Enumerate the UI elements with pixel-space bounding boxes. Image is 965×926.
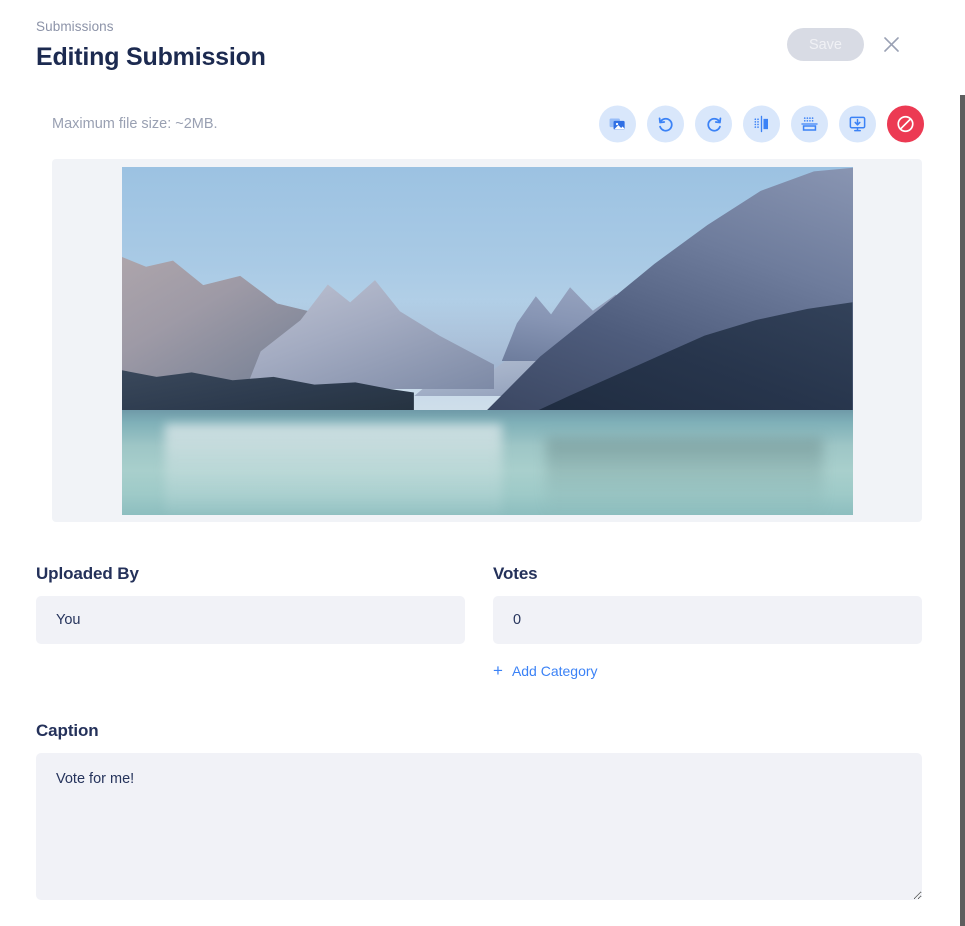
save-button[interactable]: Save	[787, 28, 864, 61]
uploaded-by-group: Uploaded By	[36, 564, 465, 681]
caption-group: Caption	[36, 721, 922, 905]
photo-reflection-left	[165, 424, 501, 514]
caption-textarea[interactable]	[36, 753, 922, 900]
edit-submission-modal: Submissions Editing Submission Save Maxi…	[0, 0, 944, 926]
image-toolbar: Maximum file size: ~2MB.	[0, 95, 944, 153]
gallery-icon[interactable]	[599, 106, 636, 143]
photo-reflection-right	[546, 438, 824, 515]
redo-icon[interactable]	[695, 106, 732, 143]
submission-image	[122, 167, 853, 515]
uploaded-by-input[interactable]	[36, 596, 465, 644]
votes-label: Votes	[493, 564, 922, 584]
max-file-size-note: Maximum file size: ~2MB.	[52, 116, 218, 132]
votes-input[interactable]	[493, 596, 922, 644]
close-icon[interactable]	[878, 32, 904, 58]
submission-form: Uploaded By Votes + Add Category Caption	[0, 564, 944, 905]
caption-label: Caption	[36, 721, 922, 741]
cancel-icon[interactable]	[887, 106, 924, 143]
plus-icon: +	[493, 662, 503, 679]
header-actions: Save	[787, 28, 904, 61]
undo-icon[interactable]	[647, 106, 684, 143]
modal-header: Submissions Editing Submission Save	[0, 0, 944, 95]
flip-vertical-icon[interactable]	[791, 106, 828, 143]
download-icon[interactable]	[839, 106, 876, 143]
votes-group: Votes + Add Category	[493, 564, 922, 681]
add-category-label: Add Category	[512, 663, 598, 679]
form-row-meta: Uploaded By Votes + Add Category	[36, 564, 922, 681]
add-category-button[interactable]: + Add Category	[493, 662, 598, 679]
uploaded-by-label: Uploaded By	[36, 564, 465, 584]
flip-horizontal-icon[interactable]	[743, 106, 780, 143]
image-tool-buttons	[599, 106, 924, 143]
page-scrollbar[interactable]	[960, 95, 965, 926]
image-preview-panel[interactable]	[52, 159, 922, 522]
